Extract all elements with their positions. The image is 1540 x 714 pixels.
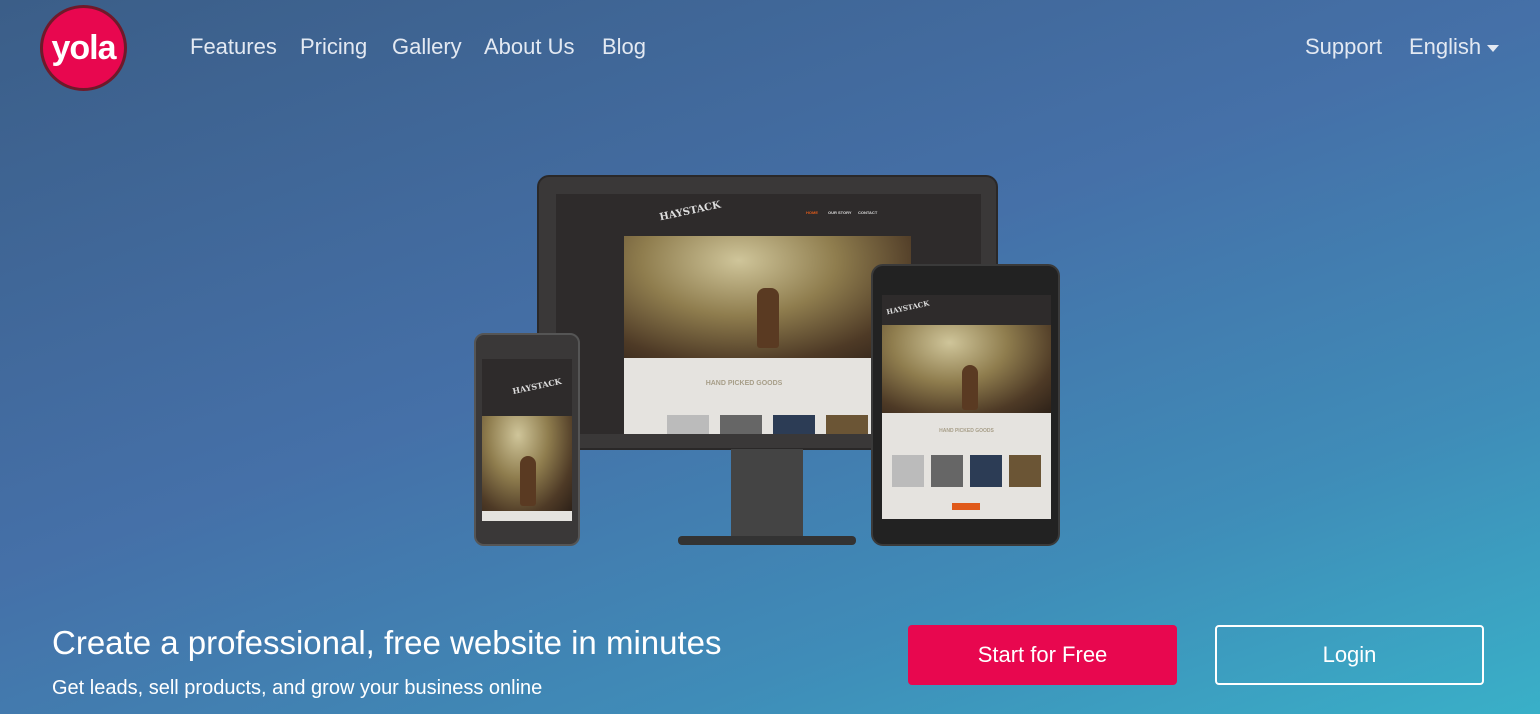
mockup-cta <box>952 503 980 510</box>
nav-support[interactable]: Support <box>1305 34 1382 60</box>
hero-title: Create a professional, free website in m… <box>52 624 722 661</box>
phone-mockup: HAYSTACK <box>474 333 580 546</box>
mockup-brand: HAYSTACK <box>658 199 722 224</box>
start-for-free-button[interactable]: Start for Free <box>908 625 1177 685</box>
mockup-nav-our-story: OUR STORY <box>828 210 852 215</box>
mockup-heading: HAND PICKED GOODS <box>705 380 783 387</box>
monitor-base <box>678 536 856 545</box>
nav-pricing[interactable]: Pricing <box>300 34 367 60</box>
nav-about-us[interactable]: About Us <box>484 34 575 60</box>
phone-brand: HAYSTACK <box>511 375 563 397</box>
language-label: English <box>1409 34 1482 59</box>
logo-text: yola <box>51 28 116 67</box>
chevron-down-icon <box>1487 44 1500 52</box>
content-section: HAND PICKED GOODS <box>624 358 911 434</box>
nav-features[interactable]: Features <box>190 34 277 60</box>
login-button[interactable]: Login <box>1215 625 1484 685</box>
nav-blog[interactable]: Blog <box>602 34 646 60</box>
monitor-stand <box>731 449 803 537</box>
nav-gallery[interactable]: Gallery <box>392 34 462 60</box>
hero-subtitle: Get leads, sell products, and grow your … <box>52 677 543 699</box>
phone-screen: HAYSTACK <box>482 359 572 521</box>
tablet-screen: HAYSTACK HAND PICKED GOODS <box>882 295 1051 519</box>
hero-photo <box>624 236 911 358</box>
language-select[interactable]: English <box>1409 34 1500 60</box>
yola-logo[interactable]: yola <box>40 5 127 91</box>
mockup-nav-contact: CONTACT <box>858 210 878 215</box>
tablet-mockup: HAYSTACK HAND PICKED GOODS <box>871 264 1060 546</box>
mockup-nav-home: HOME <box>806 210 818 215</box>
tablet-heading: HAND PICKED GOODS <box>939 428 994 434</box>
